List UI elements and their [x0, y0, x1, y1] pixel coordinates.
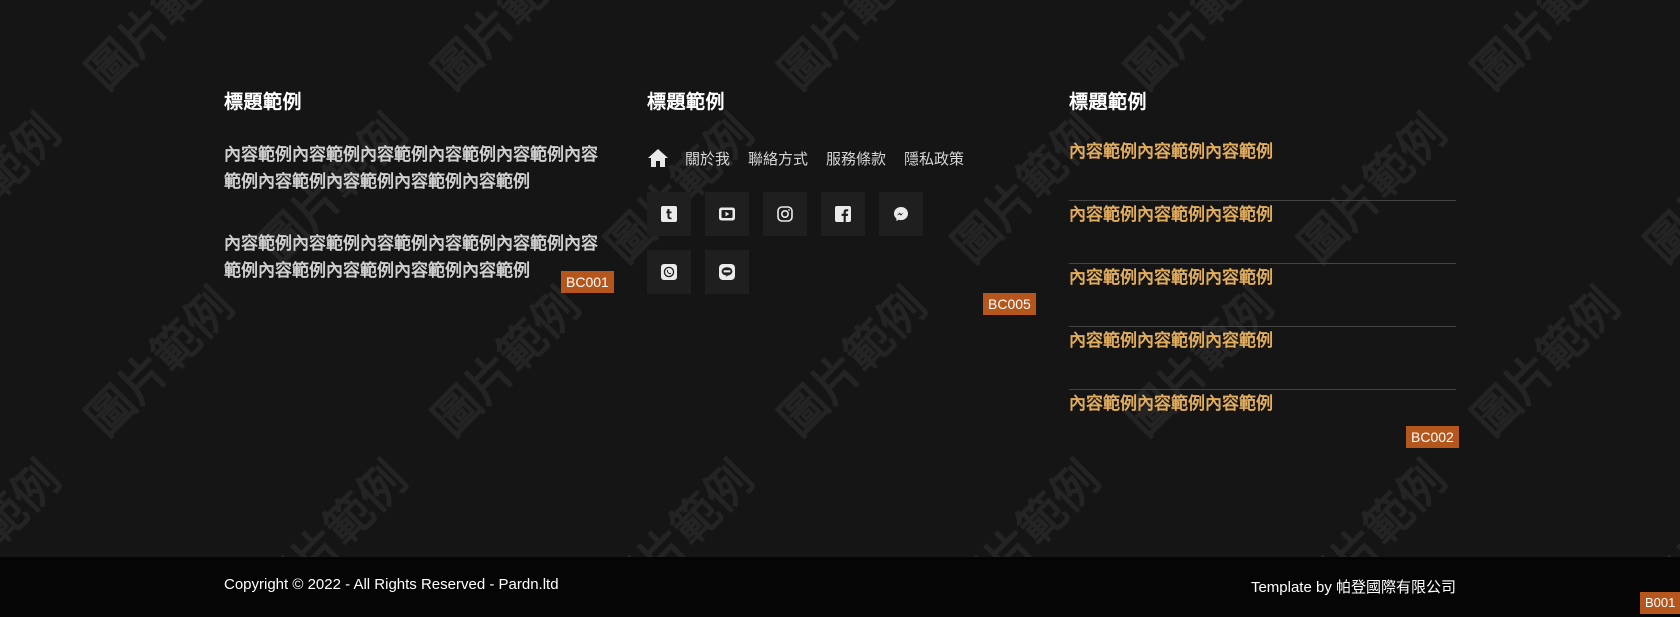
footer-nav-links: 關於我 聯絡方式 服務條款 隱私政策 [647, 146, 1037, 170]
nav-link-terms[interactable]: 服務條款 [826, 148, 886, 169]
footer-bottom-bar: Copyright © 2022 - All Rights Reserved -… [0, 557, 1680, 617]
template-credit: Template by 帕登國際有限公司 [1250, 579, 1456, 596]
list-item-label: 內容範例內容範例內容範例 [1069, 394, 1273, 414]
line-button[interactable] [705, 250, 749, 294]
social-icons [647, 192, 987, 308]
list-item-label: 內容範例內容範例內容範例 [1069, 331, 1273, 351]
facebook-icon [835, 206, 851, 222]
nav-link-contact[interactable]: 聯絡方式 [748, 148, 808, 169]
section-tag-badge: BC001 [561, 271, 614, 293]
site-footer: 圖片範例 標題範例 內容範例內容範例內容範例內容範例內容範例內容範例內容範例內容… [0, 0, 1680, 617]
footer-nav-column: 標題範例 關於我 聯絡方式 服務條款 隱私政策 [647, 88, 1037, 308]
facebook-button[interactable] [821, 192, 865, 236]
home-icon[interactable] [647, 148, 669, 168]
about-paragraph: 內容範例內容範例內容範例內容範例內容範例內容範例內容範例內容範例內容範例內容範例 [224, 234, 598, 281]
list-item-label: 內容範例內容範例內容範例 [1069, 205, 1273, 225]
line-icon [719, 264, 735, 280]
whatsapp-button[interactable] [647, 250, 691, 294]
tumblr-icon [661, 206, 677, 222]
copyright-text: Copyright © 2022 - All Rights Reserved -… [224, 576, 559, 593]
list-item-label: 內容範例內容範例內容範例 [1069, 142, 1273, 162]
instagram-icon [777, 206, 793, 222]
list-item[interactable]: 內容範例內容範例內容範例 [1069, 390, 1456, 453]
youtube-button[interactable] [705, 192, 749, 236]
section-tag-badge: B001 [1640, 592, 1680, 614]
footer-link-list: 內容範例內容範例內容範例 內容範例內容範例內容範例 內容範例內容範例內容範例 內… [1069, 138, 1456, 453]
list-item-label: 內容範例內容範例內容範例 [1069, 268, 1273, 288]
list-item[interactable]: 內容範例內容範例內容範例 [1069, 264, 1456, 327]
nav-title: 標題範例 [647, 91, 726, 113]
section-tag-badge: BC002 [1406, 426, 1459, 448]
nav-link-privacy[interactable]: 隱私政策 [904, 148, 964, 169]
footer-about-column: 標題範例 內容範例內容範例內容範例內容範例內容範例內容範例內容範例內容範例內容範… [224, 88, 614, 285]
youtube-icon [719, 207, 735, 221]
list-item[interactable]: 內容範例內容範例內容範例 [1069, 201, 1456, 264]
whatsapp-icon [661, 264, 677, 280]
messenger-icon [894, 207, 908, 221]
about-paragraph: 內容範例內容範例內容範例內容範例內容範例內容範例內容範例內容範例內容範例內容範例 [224, 145, 598, 192]
messenger-button[interactable] [879, 192, 923, 236]
section-tag-badge: BC005 [983, 293, 1036, 315]
list-item[interactable]: 內容範例內容範例內容範例 [1069, 327, 1456, 390]
list-title: 標題範例 [1069, 91, 1148, 113]
tumblr-button[interactable] [647, 192, 691, 236]
about-title: 標題範例 [224, 91, 303, 113]
instagram-button[interactable] [763, 192, 807, 236]
list-item[interactable]: 內容範例內容範例內容範例 [1069, 138, 1456, 201]
footer-list-column: 標題範例 內容範例內容範例內容範例 內容範例內容範例內容範例 內容範例內容範例內… [1069, 88, 1456, 453]
nav-link-about[interactable]: 關於我 [685, 148, 730, 169]
